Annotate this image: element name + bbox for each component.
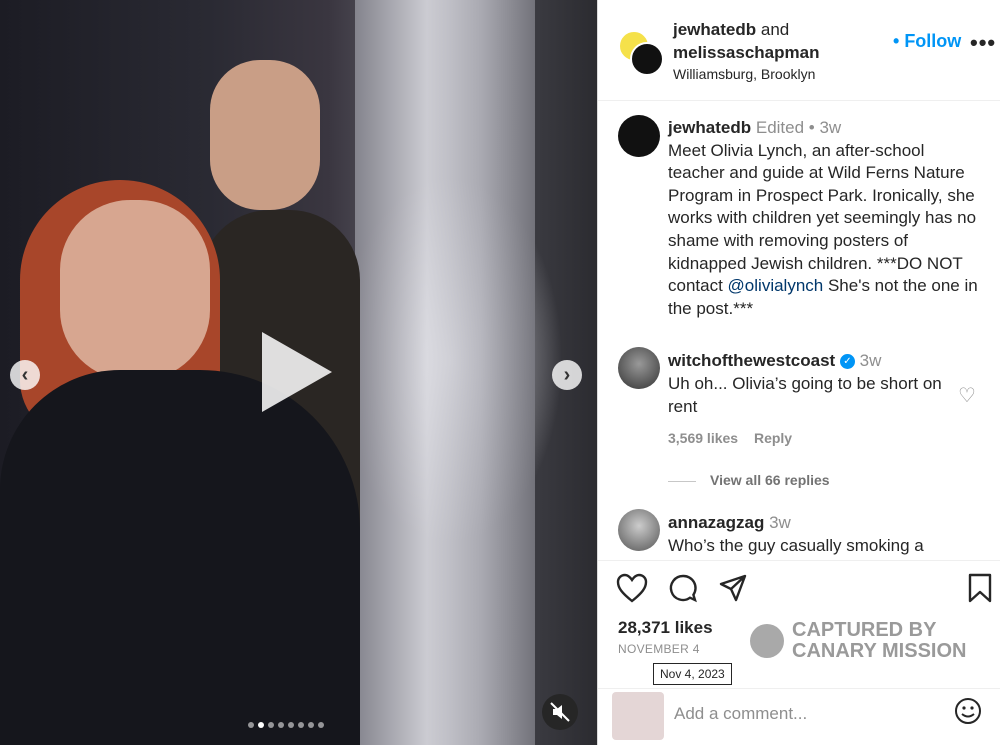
comment-input[interactable]: Add a comment... [674, 704, 807, 724]
canary-logo-icon [750, 624, 784, 658]
verified-icon: ✓ [839, 354, 855, 370]
heart-icon[interactable] [616, 573, 648, 611]
heart-icon[interactable]: ♡ [958, 383, 976, 408]
comment-text: Uh oh... Olivia’s going to be short on r… [668, 374, 942, 416]
person-image-region [60, 200, 210, 380]
comment-time: 3w [769, 513, 791, 532]
comment-username[interactable]: witchofthewestcoast [668, 351, 835, 370]
more-options-icon[interactable]: ••• [970, 30, 996, 56]
comment-bar: Add a comment... [598, 688, 1000, 746]
post-side-panel: jewhatedb and melissaschapman Williamsbu… [597, 0, 1000, 745]
avatar[interactable] [618, 347, 660, 389]
view-replies-button[interactable]: View all 66 replies [668, 472, 830, 488]
header-user1[interactable]: jewhatedb and [673, 20, 789, 40]
pole-image-region [355, 0, 535, 745]
comment-text: Who’s the guy casually smoking a [668, 536, 924, 555]
watermark-line2: CANARY MISSION [792, 640, 967, 662]
post-date[interactable]: NOVEMBER 4 [618, 642, 700, 656]
reply-button[interactable]: Reply [754, 430, 792, 446]
bookmark-icon[interactable] [968, 573, 992, 611]
comment: annazagzag 3w Who’s the guy casually smo… [668, 511, 968, 556]
watermark-line1: CAPTURED BY [792, 619, 937, 641]
carousel-dot [308, 722, 314, 728]
carousel-dot [288, 722, 294, 728]
avatar[interactable] [618, 115, 660, 157]
location-link[interactable]: Williamsburg, Brooklyn [673, 66, 815, 82]
carousel-dot [268, 722, 274, 728]
carousel-dot [248, 722, 254, 728]
avatar [612, 692, 664, 740]
caption-text: Meet Olivia Lynch, an after-school teach… [668, 140, 977, 296]
action-bar [598, 560, 1000, 621]
carousel-dot [318, 722, 324, 728]
chevron-right-icon[interactable]: › [552, 360, 582, 390]
avatar-b [630, 42, 664, 76]
caption-time: 3w [819, 118, 842, 137]
mention-link[interactable]: @olivialynch [728, 276, 824, 295]
comments-scroll[interactable]: jewhatedb Edited • 3w Meet Olivia Lynch,… [598, 101, 1000, 556]
date-tooltip: Nov 4, 2023 [653, 663, 732, 685]
comment-meta: 3,569 likes Reply [668, 430, 792, 446]
canary-mission-watermark: CAPTURED BY CANARY MISSION [750, 620, 990, 664]
header-user2[interactable]: melissaschapman [673, 43, 819, 63]
comment-time: 3w [859, 351, 882, 370]
person-image-region [0, 370, 360, 745]
carousel-dot-active [258, 722, 264, 728]
carousel-dot [278, 722, 284, 728]
post-media[interactable]: ‹ › [0, 0, 597, 745]
carousel-dots [248, 722, 324, 728]
mute-icon[interactable] [542, 694, 578, 730]
and-text: and [760, 20, 790, 39]
person-image-region [210, 60, 320, 210]
comment-likes[interactable]: 3,569 likes [668, 430, 738, 446]
edited-label: Edited [755, 118, 805, 137]
share-icon[interactable] [718, 573, 748, 611]
caption-username[interactable]: jewhatedb [668, 118, 751, 137]
avatar[interactable] [618, 509, 660, 551]
likes-count[interactable]: 28,371 likes [618, 618, 713, 638]
post-header: jewhatedb and melissaschapman Williamsbu… [598, 0, 1000, 101]
chevron-left-icon[interactable]: ‹ [10, 360, 40, 390]
comment-icon[interactable] [668, 573, 698, 611]
follow-button[interactable]: • Follow [893, 31, 961, 52]
play-icon[interactable] [262, 332, 332, 412]
caption: jewhatedb Edited • 3w Meet Olivia Lynch,… [668, 118, 978, 318]
comment: witchofthewestcoast ✓ 3w Uh oh... Olivia… [668, 349, 953, 418]
avatar[interactable] [618, 30, 664, 76]
comment-username[interactable]: annazagzag [668, 513, 764, 532]
emoji-icon[interactable] [954, 697, 982, 732]
carousel-dot [298, 722, 304, 728]
